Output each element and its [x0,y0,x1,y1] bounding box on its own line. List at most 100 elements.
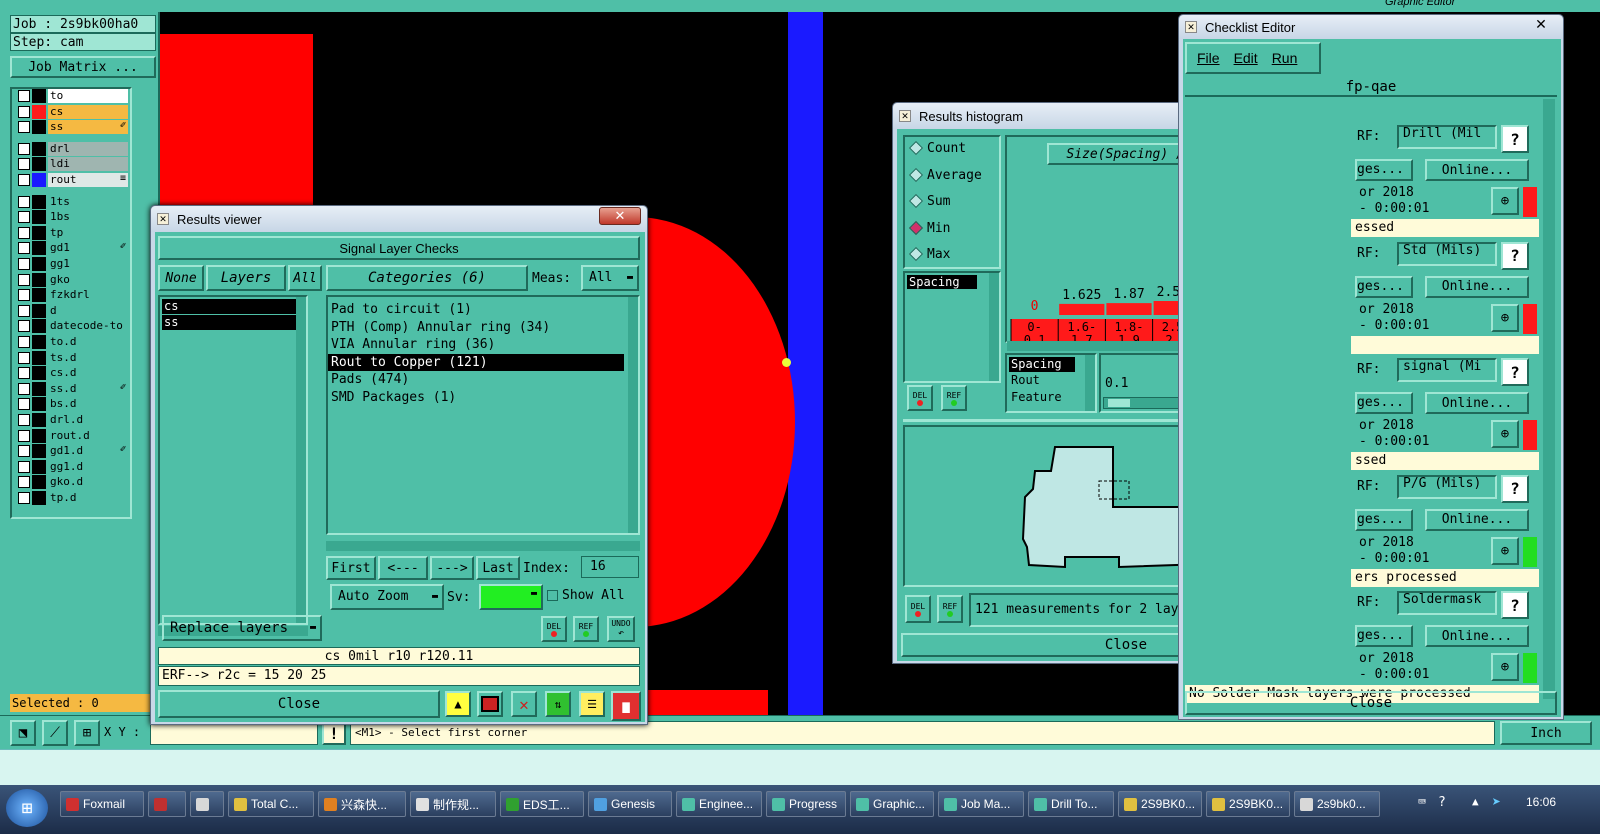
taskbar-item[interactable] [190,791,224,817]
menu-file[interactable]: File [1197,50,1220,66]
layer-row[interactable]: to.d [16,335,128,349]
clock[interactable]: 16:06 [1526,795,1556,809]
checklist-vscrollbar[interactable] [1543,99,1555,699]
ranges-button[interactable]: ges... [1355,508,1413,531]
taskbar-item[interactable]: 制作规... [410,791,496,817]
keyboard-icon[interactable]: ⌨ [1418,795,1426,810]
job-matrix-button[interactable]: Job Matrix ... [10,56,156,78]
layer-checkbox[interactable] [18,142,30,155]
layer-row[interactable]: drl [16,141,128,156]
checklist-titlebar[interactable]: ✕ Checklist Editor ✕ [1179,15,1563,39]
first-button[interactable]: First [326,556,376,580]
zoom-box-button[interactable]: ⬔ [10,720,36,746]
display-tool-button[interactable] [477,691,503,717]
zoom-results-button[interactable]: ⊕ [1491,653,1519,681]
layer-checkbox[interactable] [18,273,30,286]
taskbar-item[interactable]: 2s9bk0... [1294,791,1380,817]
erf-field[interactable]: signal (Mi [1397,358,1497,382]
histogram-tool-button[interactable]: ▆ [611,691,641,721]
ranges-button[interactable]: ges... [1355,275,1413,298]
erf-field[interactable]: Std (Mils) [1397,241,1497,266]
zoom-results-button[interactable]: ⊕ [1491,187,1519,215]
layer-checkbox[interactable] [18,429,30,442]
measure-item[interactable]: Spacing [907,275,977,289]
online-button[interactable]: Online... [1425,275,1529,298]
sv-color-dropdown[interactable]: ▬ [479,584,543,610]
measure-button[interactable]: ⟋ [42,720,68,746]
help-button[interactable]: ? [1501,241,1529,270]
layer-checkbox[interactable] [18,304,30,317]
taskbar-item[interactable]: Enginee... [676,791,762,817]
erf-field[interactable]: P/G (Mils) [1397,474,1497,499]
aggregate-option-max[interactable]: Max [905,243,999,270]
erf-field[interactable]: Drill (Mil [1397,125,1497,149]
layer-row[interactable]: rout ≡ [16,173,128,187]
help-button[interactable]: ? [1501,125,1529,153]
index-input[interactable]: 16 [581,556,639,578]
aggregate-option-average[interactable]: Average [905,164,999,191]
sort-item[interactable]: Feature [1009,389,1093,406]
layer-checkbox[interactable] [18,121,30,134]
category-item[interactable]: SMD Packages (1) [328,389,624,407]
all-button[interactable]: All [288,265,322,291]
categories-hscrollbar[interactable] [326,541,640,551]
sort-vscrollbar[interactable] [1085,355,1095,411]
layer-row[interactable]: 1ts [16,194,128,209]
clear-tool-button[interactable]: ✕ [511,691,537,717]
menu-run[interactable]: Run [1272,50,1298,66]
layer-checkbox[interactable] [18,367,30,380]
help-icon[interactable]: ? [1438,795,1446,810]
layer-row[interactable]: gko [16,272,128,287]
zoom-results-button[interactable]: ⊕ [1491,303,1519,332]
layer-row[interactable]: tp [16,225,128,240]
layer-checkbox[interactable] [18,195,30,208]
layers-button[interactable]: Layers [206,265,286,291]
layer-row[interactable]: datecode-to [16,319,128,334]
sort-item[interactable]: Rout [1009,372,1093,389]
network-icon[interactable]: ➤ [1492,793,1501,811]
layer-results-vscrollbar[interactable] [296,297,306,623]
grid-button[interactable]: ⊞ [74,720,100,746]
taskbar-item[interactable]: Drill To... [1028,791,1114,817]
layer-checkbox[interactable] [18,320,30,333]
report-tool-button[interactable]: ☰ [579,691,605,717]
layer-row[interactable]: rout.d [16,428,128,443]
layer-row[interactable]: ts.d [16,350,128,365]
taskbar-item[interactable]: Job Ma... [938,791,1024,817]
layer-checkbox[interactable] [18,492,30,504]
prev-button[interactable]: <--- [378,556,428,580]
layer-row[interactable]: gg1 [16,257,128,271]
taskbar-item[interactable]: EDS工... [500,791,584,817]
help-button[interactable]: ? [1501,358,1529,386]
category-item[interactable]: Pad to circuit (1) [328,301,624,319]
layer-row[interactable]: to [16,89,128,103]
layer-row[interactable]: fzkdrl [16,288,128,303]
layer-row[interactable]: ldi [16,157,128,172]
layer-checkbox[interactable] [18,445,30,458]
layer-checkbox[interactable] [18,90,30,102]
layer-row[interactable]: tp.d [16,491,128,505]
last-button[interactable]: Last [476,556,520,580]
taskbar-item[interactable]: 2S9BK0... [1206,791,1290,817]
online-button[interactable]: Online... [1425,159,1529,181]
help-button[interactable]: ? [1501,474,1529,503]
ranges-button[interactable]: ges... [1355,392,1413,414]
layer-checkbox[interactable] [18,105,30,118]
layer-checkbox[interactable] [18,211,30,224]
close-button[interactable]: Close [1185,691,1557,715]
taskbar-item[interactable]: 兴森快... [318,791,406,817]
highlight-tool-button[interactable]: ▲ [445,691,471,717]
del-button[interactable]: DEL [905,595,931,623]
category-item[interactable]: Pads (474) [328,371,624,389]
layer-row[interactable]: gko.d [16,475,128,490]
zoom-results-button[interactable]: ⊕ [1491,536,1519,565]
layer-checkbox[interactable] [18,398,30,411]
layer-checkbox[interactable] [18,476,30,489]
auto-zoom-dropdown[interactable]: Auto Zoom ▬ [330,584,444,610]
taskbar-item[interactable]: Progress [766,791,846,817]
start-button[interactable]: ⊞ [6,789,48,827]
sort-list[interactable]: Spacing Rout Feature [1005,353,1097,413]
layer-row[interactable]: gd1.d ✐ [16,444,128,459]
layer-row[interactable]: gd1 ✐ [16,241,128,256]
close-window-button[interactable]: ✕ [1523,15,1559,33]
